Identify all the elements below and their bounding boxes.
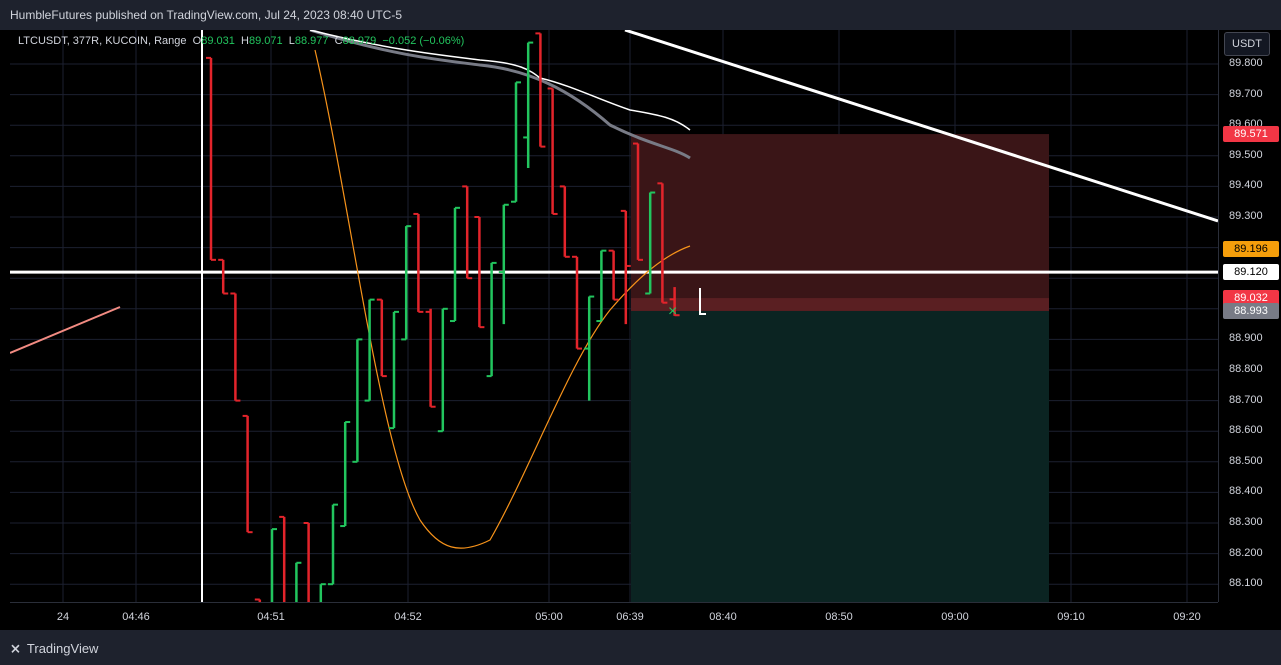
time-tick-label: 24 xyxy=(56,611,70,623)
price-badge: 89.120 xyxy=(1223,264,1279,281)
price-tick-label: 89.400 xyxy=(1229,179,1263,192)
price-tick-label: 88.800 xyxy=(1229,363,1263,375)
time-tick-label: 08:50 xyxy=(825,611,853,623)
change-value: −0.052 (−0.06%) xyxy=(382,35,465,47)
price-tick-label: 89.300 xyxy=(1229,210,1263,222)
ascending-trendline xyxy=(10,306,121,354)
price-tick-label: 89.500 xyxy=(1229,148,1263,161)
tradingview-logo-icon: ⨯ xyxy=(10,641,21,656)
time-tick-label: 06:39 xyxy=(616,611,644,623)
entry-zone xyxy=(631,298,1049,311)
time-tick-label: 09:00 xyxy=(941,611,969,623)
high-value: 89.071 xyxy=(248,35,283,47)
time-tick-label: 04:46 xyxy=(122,611,150,623)
price-scale[interactable]: 89.80089.70089.60089.50089.40089.30089.2… xyxy=(1218,30,1281,602)
price-badge: 88.993 xyxy=(1223,302,1279,319)
publisher-text: HumbleFutures published on TradingView.c… xyxy=(10,8,402,22)
time-tick-label: 04:52 xyxy=(394,611,422,623)
symbol-info: LTCUSDT, 377R, KUCOIN, Range xyxy=(18,35,187,47)
time-scale[interactable]: 24 04:46 04:51 04:52 05:00 06:39 08:40 08:50 09:… xyxy=(10,602,1218,631)
open-label: O xyxy=(192,35,202,47)
price-badge: 89.571 xyxy=(1223,126,1279,143)
footer-bar: ⨯ TradingView xyxy=(0,630,1281,665)
price-tick-label: 88.100 xyxy=(1229,577,1263,590)
chart-pane[interactable]: × xyxy=(10,30,1218,602)
take-profit-zone xyxy=(631,310,1049,602)
price-tick-label: 89.800 xyxy=(1229,57,1263,69)
price-tick-label: 88.300 xyxy=(1229,516,1263,528)
price-tick-label: 88.500 xyxy=(1229,454,1263,467)
time-tick-label: 09:10 xyxy=(1057,611,1085,623)
open-value: 89.031 xyxy=(201,35,235,47)
low-value: 88.977 xyxy=(294,35,329,47)
tradingview-logo[interactable]: ⨯ TradingView xyxy=(10,641,98,657)
close-value: 88.979 xyxy=(342,35,377,47)
close-label: C xyxy=(334,35,343,47)
tradingview-logo-text: TradingView xyxy=(26,641,99,656)
price-badge: 89.196 xyxy=(1223,240,1279,257)
symbol-legend: LTCUSDT, 377R, KUCOIN, Range O89.031 H89… xyxy=(18,35,464,47)
price-chart[interactable]: × xyxy=(10,30,1218,602)
stop-loss-zone xyxy=(631,134,1049,311)
price-tick-label: 88.200 xyxy=(1229,546,1263,559)
price-tick-label: 88.600 xyxy=(1229,424,1263,437)
price-tick-label: 88.900 xyxy=(1229,332,1263,345)
entry-x-marker: × xyxy=(668,303,677,320)
time-tick-label: 05:00 xyxy=(535,611,563,623)
currency-button[interactable]: USDT xyxy=(1224,32,1270,56)
time-tick-label: 09:20 xyxy=(1173,611,1201,623)
time-tick-label: 08:40 xyxy=(709,611,737,623)
high-label: H xyxy=(241,35,249,47)
price-tick-label: 88.700 xyxy=(1229,393,1263,406)
price-tick-label: 89.700 xyxy=(1229,87,1263,100)
price-tick-label: 88.400 xyxy=(1229,485,1263,498)
time-tick-label: 04:51 xyxy=(257,611,285,623)
publisher-header: HumbleFutures published on TradingView.c… xyxy=(0,0,1281,30)
